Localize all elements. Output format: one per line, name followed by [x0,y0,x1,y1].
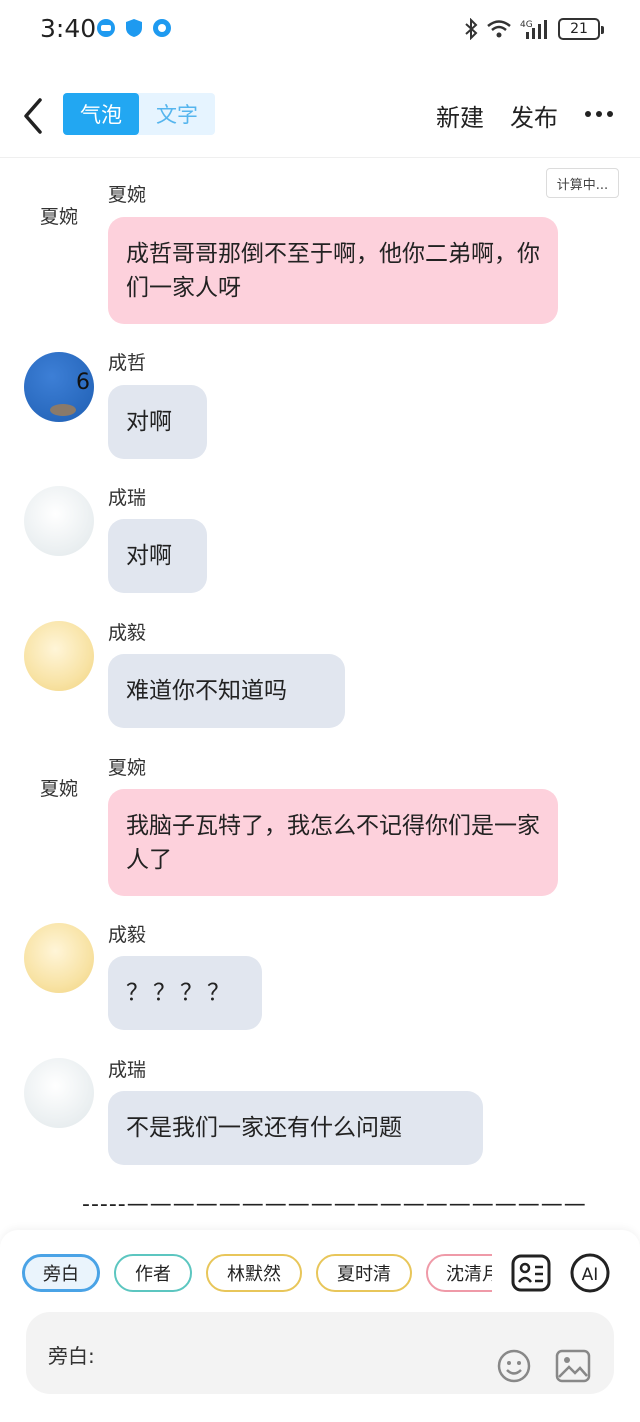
status-time: 3:40 [40,14,97,43]
avatar-text[interactable]: 夏婉 [24,202,94,242]
more-icon[interactable] [584,102,614,126]
message-bubble[interactable]: 我脑子瓦特了，我怎么不记得你们是一家人了 [108,789,558,896]
contact-card-icon[interactable] [510,1252,552,1294]
emoji-icon[interactable] [496,1348,532,1384]
image-icon[interactable] [554,1348,592,1384]
message-bubble[interactable]: 难道你不知道吗 [108,654,345,728]
message-notification-icon [153,19,171,37]
avatar[interactable]: 6 [24,352,94,422]
chat-notification-icon [97,19,115,37]
svg-text:4G: 4G [520,20,533,30]
message-bubble[interactable]: 对啊 [108,519,207,593]
mode-tabs: 气泡 文字 [63,93,215,135]
bottom-input-panel: 旁白 作者 林默然 夏时清 沈清月 AI 旁白: [0,1230,640,1422]
battery-icon: 21 [558,18,604,40]
message-bubble[interactable]: ？？？？ [108,956,262,1030]
avatar-text[interactable]: 夏婉 [24,774,94,814]
avatar[interactable] [24,1058,94,1128]
wifi-icon [487,20,511,38]
avatar[interactable] [24,486,94,556]
sender-name: 夏婉 [108,184,147,206]
role-chip-author[interactable]: 作者 [114,1254,192,1292]
role-chip[interactable]: 沈清月 [426,1254,492,1292]
input-role-label: 旁白: [48,1344,95,1368]
avatar-rock [50,404,76,416]
bluetooth-icon [465,18,478,40]
role-chip-row[interactable]: 旁白 作者 林默然 夏时清 沈清月 [22,1254,492,1294]
back-arrow-icon[interactable] [18,96,50,136]
avatar-label: 6 [76,370,90,395]
publish-button[interactable]: 发布 [510,98,558,133]
sender-name: 成毅 [108,924,147,946]
message-bubble[interactable]: 成哲哥哥那倒不至于啊，他你二弟啊，你们一家人呀 [108,217,558,324]
sender-name: 成哲 [108,352,147,374]
role-chip[interactable]: 夏时清 [316,1254,412,1292]
header-divider [0,157,640,158]
sender-name: 成毅 [108,622,147,644]
calculating-badge: 计算中... [546,168,619,198]
top-header: 气泡 文字 新建 发布 [0,88,640,144]
role-chip[interactable]: 林默然 [206,1254,302,1292]
battery-level: 21 [570,21,588,37]
sender-name: 夏婉 [108,757,147,779]
shield-notification-icon [126,19,142,37]
ai-label: AI [582,1265,599,1285]
sender-name: 成瑞 [108,487,147,509]
tab-bubble[interactable]: 气泡 [63,93,139,135]
avatar[interactable] [24,621,94,691]
message-bubble[interactable]: 对啊 [108,385,207,459]
new-button[interactable]: 新建 [436,98,484,133]
status-bar: 3:40 4G 21 [0,0,640,58]
dashed-separator: -----———————————————————— [82,1192,587,1217]
role-chip-narrator[interactable]: 旁白 [22,1254,100,1292]
status-indicators: 4G 21 [464,14,604,44]
avatar[interactable] [24,923,94,993]
signal-icon: 4G [520,20,547,39]
narration-input[interactable]: 旁白: [26,1312,614,1394]
message-bubble[interactable]: 不是我们一家还有什么问题 [108,1091,483,1165]
ai-icon[interactable]: AI [569,1252,611,1294]
sender-name: 成瑞 [108,1059,147,1081]
tab-text[interactable]: 文字 [139,93,215,135]
